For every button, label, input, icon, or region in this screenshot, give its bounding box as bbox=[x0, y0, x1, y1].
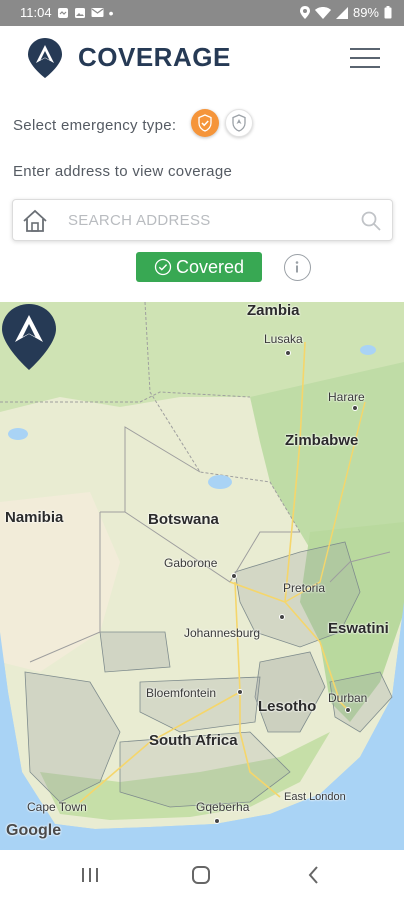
map-city-gqeberha: Gqeberha bbox=[196, 800, 250, 814]
map-terrain bbox=[0, 302, 404, 850]
recent-apps-icon[interactable] bbox=[78, 864, 102, 886]
map-label-botswana: Botswana bbox=[148, 511, 219, 528]
map-city-gaborone: Gaborone bbox=[164, 556, 218, 570]
back-icon[interactable] bbox=[302, 864, 326, 886]
map-city-johannesburg: Johannesburg bbox=[184, 626, 261, 640]
map-label-south-africa: South Africa bbox=[149, 732, 238, 749]
battery-icon bbox=[384, 6, 392, 19]
map-label-namibia: Namibia bbox=[5, 509, 64, 526]
emergency-type-security-button[interactable] bbox=[225, 109, 253, 137]
coverage-status-text: Covered bbox=[175, 256, 245, 277]
app-header: COVERAGE bbox=[0, 26, 404, 90]
wifi-icon bbox=[314, 6, 331, 19]
location-pin-icon[interactable] bbox=[0, 302, 58, 372]
messenger-icon bbox=[57, 7, 68, 18]
map-label-zimbabwe: Zimbabwe bbox=[285, 432, 359, 449]
search-icon[interactable] bbox=[360, 210, 382, 232]
map-label-lesotho: Lesotho bbox=[258, 698, 317, 715]
map-label-zambia: Zambia bbox=[247, 302, 300, 319]
map-city-lusaka: Lusaka bbox=[264, 332, 303, 346]
brand-pin-logo bbox=[28, 38, 62, 78]
home-nav-icon[interactable] bbox=[189, 864, 213, 886]
map-city-harare: Harare bbox=[328, 390, 365, 404]
map-city-dot bbox=[352, 405, 358, 411]
address-search-box bbox=[12, 199, 393, 241]
info-icon[interactable] bbox=[284, 254, 311, 281]
google-logo: Google bbox=[6, 822, 61, 840]
gallery-icon bbox=[74, 7, 85, 18]
emergency-type-label: Select emergency type: bbox=[13, 117, 177, 134]
check-circle-icon bbox=[154, 258, 172, 276]
status-bar: 11:04 • 89% bbox=[0, 0, 404, 26]
home-icon[interactable] bbox=[21, 207, 49, 235]
map-city-pretoria: Pretoria bbox=[283, 581, 326, 595]
map-city-dot bbox=[237, 689, 243, 695]
search-address-input[interactable] bbox=[68, 201, 348, 239]
fire-icon bbox=[198, 114, 212, 132]
map-city-cape-town: Cape Town bbox=[27, 800, 87, 814]
system-nav-bar bbox=[0, 850, 404, 900]
dot-icon: • bbox=[108, 4, 114, 21]
map-city-dot bbox=[345, 707, 351, 713]
shield-icon bbox=[232, 114, 246, 132]
map-city-durban: Durban bbox=[328, 691, 368, 705]
info-glyph bbox=[295, 261, 299, 273]
emergency-type-fire-button[interactable] bbox=[191, 109, 219, 137]
map-city-dot bbox=[279, 614, 285, 620]
map-city-bloemfontein: Bloemfontein bbox=[146, 686, 217, 700]
map-city-east-london: East London bbox=[284, 791, 346, 803]
app-title: COVERAGE bbox=[78, 42, 231, 72]
map-city-dot bbox=[231, 573, 237, 579]
coverage-map[interactable]: Zambia Zimbabwe Namibia Botswana Eswatin… bbox=[0, 302, 404, 850]
map-city-dot bbox=[214, 818, 220, 824]
address-hint: Enter address to view coverage bbox=[13, 163, 233, 180]
signal-icon bbox=[335, 6, 348, 19]
coverage-status-badge: Covered bbox=[136, 252, 262, 282]
map-label-eswatini: Eswatini bbox=[328, 620, 389, 637]
map-city-dot bbox=[285, 350, 291, 356]
google-attribution: Google bbox=[6, 822, 62, 839]
gmail-icon bbox=[91, 8, 104, 17]
status-time: 11:04 bbox=[20, 5, 52, 20]
hamburger-menu-icon[interactable] bbox=[350, 46, 382, 70]
location-icon bbox=[299, 6, 310, 19]
battery-percent: 89% bbox=[352, 5, 379, 20]
